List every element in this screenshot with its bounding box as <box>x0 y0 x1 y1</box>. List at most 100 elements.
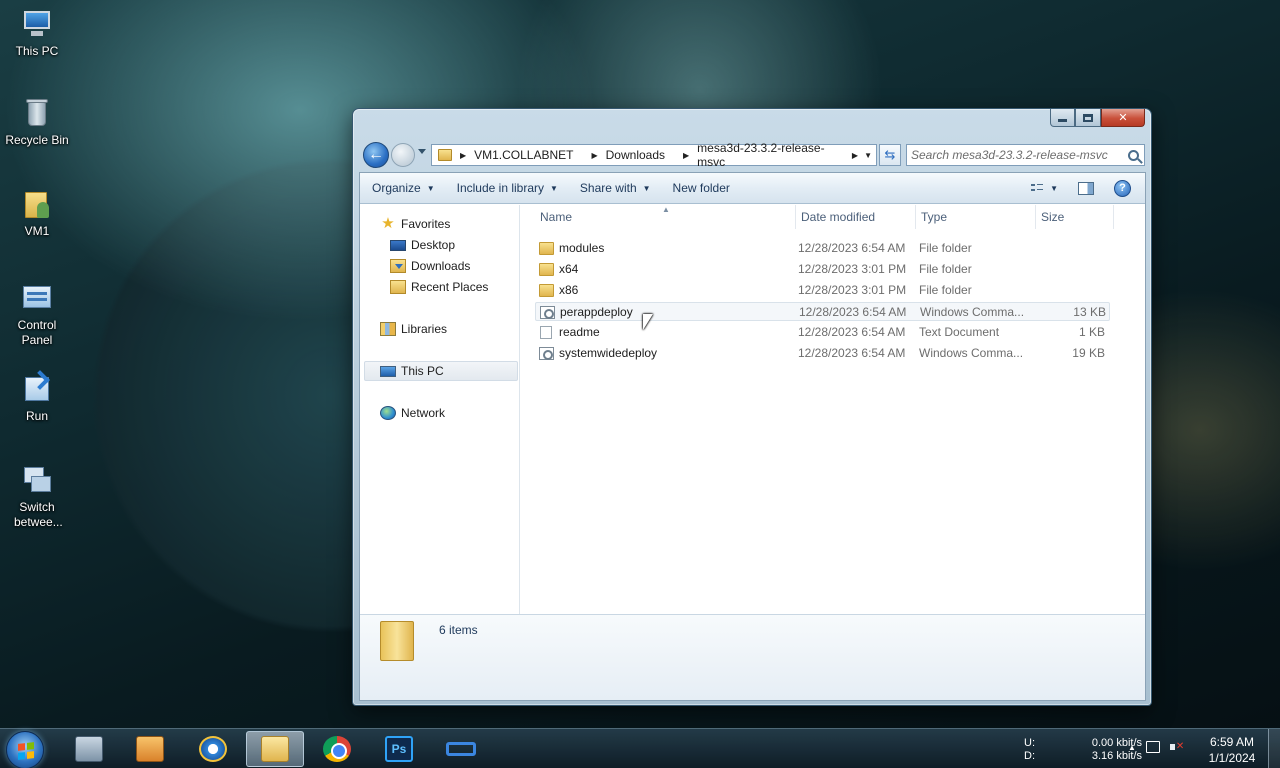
loop-app-icon <box>446 742 476 756</box>
nav-item-recent-places[interactable]: Recent Places <box>390 277 488 297</box>
nav-item-downloads[interactable]: Downloads <box>390 256 470 276</box>
desktop-icon-this-pc[interactable]: This PC <box>0 8 74 59</box>
explorer-window[interactable]: ✕ ← ▶ VM1.COLLABNET ▶ Downloads ▶ mesa3d… <box>352 108 1152 706</box>
file-date: 12/28/2023 6:54 AM <box>799 305 907 319</box>
network-status-icon[interactable] <box>1145 741 1160 753</box>
nav-item-libraries[interactable]: Libraries <box>380 319 447 339</box>
address-dropdown[interactable]: ▶ ▼ <box>852 151 872 160</box>
nav-item-label: Favorites <box>401 217 451 231</box>
desktop-icon-vm1[interactable]: VM1 <box>0 188 74 239</box>
column-header-size[interactable]: Size <box>1036 205 1114 229</box>
file-explorer-icon <box>261 736 289 762</box>
taskbar-app-chrome[interactable] <box>308 731 366 767</box>
refresh-button[interactable]: ⇆ <box>879 144 901 166</box>
virtual-machine-icon <box>75 736 103 762</box>
nav-item-network[interactable]: Network <box>380 403 445 423</box>
breadcrumb-item[interactable]: Downloads ▶ <box>606 148 698 162</box>
back-button[interactable]: ← <box>363 142 389 168</box>
close-button[interactable]: ✕ <box>1101 109 1145 127</box>
breadcrumb-item[interactable]: VM1.COLLABNET ▶ <box>474 148 606 162</box>
volume-muted-icon[interactable] <box>1169 741 1184 753</box>
share-with-label: Share with <box>579 181 637 195</box>
preview-pane-icon[interactable] <box>1078 181 1094 195</box>
chevron-down-icon: ▼ <box>642 183 651 193</box>
file-date: 12/28/2023 6:54 AM <box>798 241 906 255</box>
column-header-date-modified[interactable]: Date modified <box>796 205 916 229</box>
file-row[interactable]: modules 12/28/2023 6:54 AM File folder <box>535 239 1110 258</box>
file-row[interactable]: x86 12/28/2023 3:01 PM File folder <box>535 281 1110 300</box>
chevron-right-icon[interactable]: ▶ <box>683 151 689 160</box>
forward-button[interactable] <box>391 143 415 167</box>
file-type: File folder <box>919 262 972 276</box>
mouse-cursor-icon <box>643 314 653 330</box>
taskbar-app-internet-explorer[interactable] <box>184 731 242 767</box>
column-headers: ▲ Name Date modified Type Size <box>521 205 1145 229</box>
taskbar: Ps U: D: 0.00 kbit/s 3.16 kbit/s ▲ 6:59 … <box>0 728 1280 768</box>
maximize-icon <box>1083 113 1093 122</box>
desktop-icon-switch-windows[interactable]: Switch betwee... <box>0 464 74 530</box>
organize-button[interactable]: Organize ▼ <box>360 173 445 203</box>
desktop-icon-run[interactable]: Run <box>0 370 74 424</box>
taskbar-app-file-explorer[interactable] <box>246 731 304 767</box>
view-options-icon[interactable] <box>1028 182 1047 194</box>
file-type: File folder <box>919 283 972 297</box>
nav-item-this-pc[interactable]: This PC <box>364 361 518 381</box>
column-header-type[interactable]: Type <box>916 205 1036 229</box>
maximize-button[interactable] <box>1075 109 1101 127</box>
help-icon[interactable]: ? <box>1114 179 1131 197</box>
column-header-name[interactable]: Name <box>535 205 796 229</box>
nav-item-label: Recent Places <box>411 280 489 294</box>
chevron-down-icon[interactable]: ▼ <box>1050 184 1058 193</box>
nav-item-favorites[interactable]: ★ Favorites <box>380 214 450 234</box>
file-date: 12/28/2023 3:01 PM <box>798 262 907 276</box>
breadcrumb-label: VM1.COLLABNET <box>474 148 574 162</box>
taskbar-app-photoshop[interactable]: Ps <box>370 731 428 767</box>
photoshop-icon: Ps <box>385 736 413 762</box>
file-row[interactable]: perappdeploy 12/28/2023 6:54 AM Windows … <box>535 302 1110 321</box>
file-name: readme <box>559 325 600 339</box>
batch-file-icon <box>540 306 555 319</box>
chevron-right-icon[interactable]: ▶ <box>591 151 597 160</box>
desktop-icon <box>390 239 406 251</box>
desktop-icon-control-panel[interactable]: Control Panel <box>0 282 74 348</box>
new-folder-button[interactable]: New folder <box>661 173 740 203</box>
show-hidden-icons-icon[interactable]: ▲ <box>1128 743 1136 752</box>
download-label: D: <box>1024 750 1035 762</box>
share-with-button[interactable]: Share with ▼ <box>568 173 661 203</box>
taskbar-app-loop[interactable] <box>432 731 490 767</box>
desktop-icon-recycle-bin[interactable]: Recycle Bin <box>0 97 74 148</box>
breadcrumb-label: Downloads <box>605 148 666 162</box>
organize-label: Organize <box>372 181 421 195</box>
file-name: x64 <box>559 262 579 276</box>
file-date: 12/28/2023 6:54 AM <box>798 325 906 339</box>
folder-icon <box>539 242 554 255</box>
file-row[interactable]: x64 12/28/2023 3:01 PM File folder <box>535 260 1110 279</box>
recent-pages-dropdown[interactable] <box>418 149 426 154</box>
search-icon[interactable] <box>1128 149 1139 161</box>
nav-item-desktop[interactable]: Desktop <box>390 235 455 255</box>
chevron-right-icon: ▶ <box>459 150 467 160</box>
start-button[interactable] <box>6 731 44 768</box>
show-desktop-button[interactable] <box>1268 729 1280 768</box>
file-row[interactable]: systemwidedeploy 12/28/2023 6:54 AM Wind… <box>535 344 1110 363</box>
breadcrumb-item[interactable]: mesa3d-23.3.2-release-msvc <box>697 141 852 169</box>
desktop-icon-label: Recycle Bin <box>5 133 69 147</box>
search-box[interactable]: Search mesa3d-23.3.2-release-msvc <box>906 144 1145 166</box>
taskbar-app-virtual-machine[interactable] <box>60 731 118 767</box>
breadcrumb-separator[interactable]: ▶ <box>458 151 474 160</box>
address-bar[interactable]: ▶ VM1.COLLABNET ▶ Downloads ▶ mesa3d-23.… <box>431 141 877 169</box>
file-date: 12/28/2023 3:01 PM <box>798 283 907 297</box>
minimize-button[interactable] <box>1050 109 1075 127</box>
file-row[interactable]: readme 12/28/2023 6:54 AM Text Document … <box>535 323 1110 342</box>
nav-item-label: Desktop <box>411 238 456 252</box>
text-file-icon <box>540 326 552 339</box>
file-list: ▲ Name Date modified Type Size modules 1… <box>521 205 1145 614</box>
back-arrow-icon: ← <box>368 146 384 163</box>
file-size: 19 KB <box>1072 346 1105 360</box>
include-in-library-button[interactable]: Include in library ▼ <box>445 173 568 203</box>
column-header-label: Date modified <box>801 210 876 224</box>
taskbar-app-media-player[interactable] <box>121 731 179 767</box>
desktop-icon-label: VM1 <box>24 224 50 238</box>
clock[interactable]: 6:59 AM 1/1/2024 <box>1196 734 1268 766</box>
file-name: modules <box>559 241 605 255</box>
